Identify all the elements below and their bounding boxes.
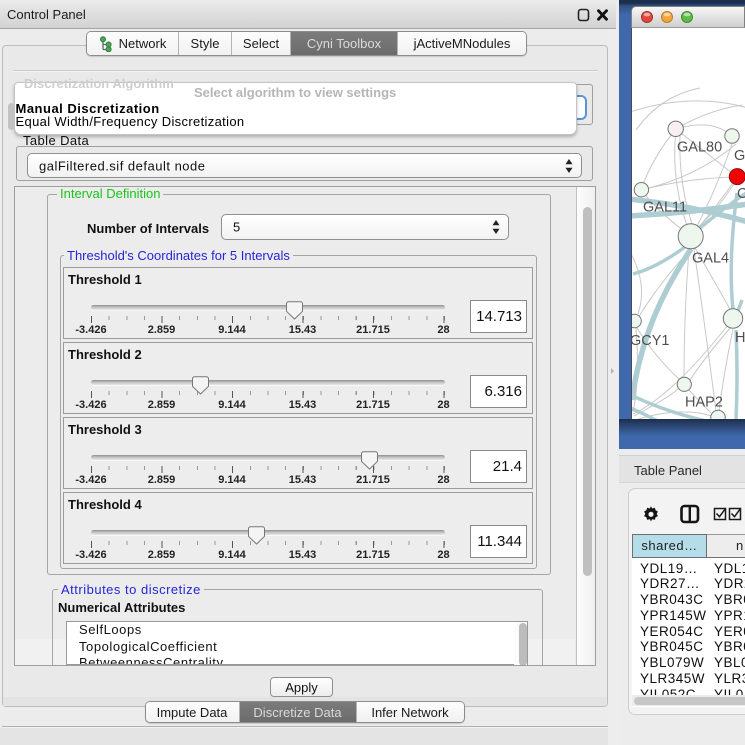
svg-text:GA: GA [734,148,745,164]
svg-text:H: H [735,330,745,346]
svg-text:GCY1: GCY1 [632,333,670,349]
svg-text:C: C [737,186,745,202]
svg-text:GAL11: GAL11 [643,200,687,216]
svg-text:GAL4: GAL4 [692,251,729,267]
svg-text:GAL80: GAL80 [677,140,722,156]
svg-text:HAP2: HAP2 [685,395,723,411]
